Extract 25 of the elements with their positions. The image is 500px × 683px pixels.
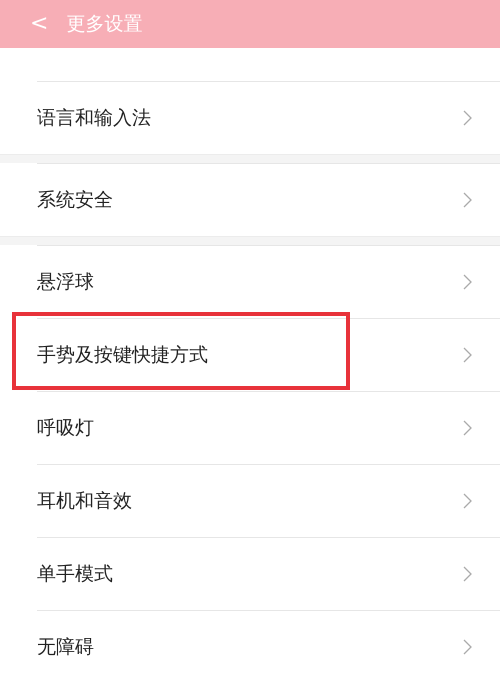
row-label: 呼吸灯	[37, 416, 94, 441]
settings-row[interactable]: 手势及按键快捷方式	[0, 319, 500, 391]
row-label: 单手模式	[37, 562, 113, 587]
chevron-icon	[463, 192, 472, 208]
settings-row[interactable]: 系统安全	[0, 164, 500, 236]
settings-row[interactable]: 单手模式	[0, 538, 500, 610]
chevron-icon	[463, 566, 472, 582]
row-label: 悬浮球	[37, 270, 94, 295]
chevron-icon	[463, 274, 472, 290]
row-label: 耳机和音效	[37, 488, 132, 514]
settings-row[interactable]: 悬浮球	[0, 246, 500, 318]
settings-row[interactable]: 无障碍	[0, 611, 500, 683]
chevron-icon	[463, 493, 472, 509]
settings-row[interactable]: 耳机和音效	[0, 465, 500, 537]
row-label: 系统安全	[37, 188, 113, 213]
settings-row[interactable]: 呼吸灯	[0, 392, 500, 464]
chevron-icon	[463, 420, 472, 436]
chevron-icon	[463, 347, 472, 363]
page-title: 更多设置	[66, 12, 142, 37]
chevron-icon	[463, 110, 472, 126]
settings-row[interactable]: 语言和输入法	[0, 82, 500, 154]
row-label: 语言和输入法	[37, 106, 151, 131]
row-label: 手势及按键快捷方式	[37, 342, 208, 368]
row-label: 无障碍	[37, 634, 94, 660]
chevron-icon	[463, 639, 472, 655]
